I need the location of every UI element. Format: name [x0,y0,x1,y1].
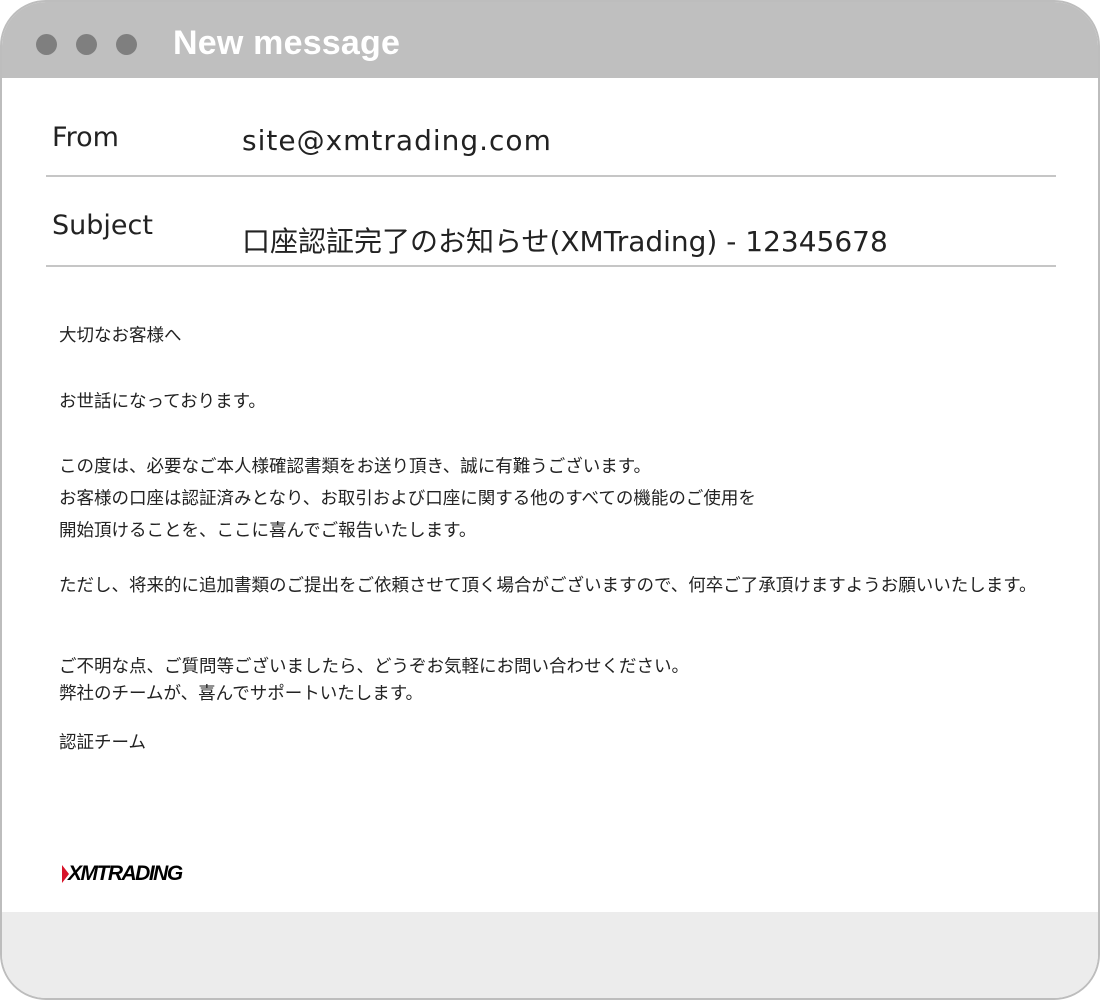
logo-text: XMTRADING [68,862,183,885]
paragraph-1-line-2: お客様の口座は認証済みとなり、お取引および口座に関する他のすべての機能のご使用を [59,489,756,509]
email-window: New message From site@xmtrading.com Subj… [0,0,1100,1000]
window-title: New message [173,24,401,62]
subject-label: Subject [52,210,153,241]
paragraph-3-line-1: ご不明な点、ご質問等ございましたら、どうぞお気軽にお問い合わせください。 [59,657,689,677]
from-field[interactable]: site@xmtrading.com [242,124,552,157]
window-minimize-dot[interactable] [76,34,97,55]
from-label: From [52,122,119,153]
subject-field[interactable]: 口座認証完了のお知らせ(XMTrading) - 12345678 [242,220,888,260]
title-bar: New message [2,2,1098,78]
from-row: From site@xmtrading.com [46,102,1056,177]
footer-bar [2,912,1098,998]
subject-row: Subject 口座認証完了のお知らせ(XMTrading) - 1234567… [46,192,1056,267]
paragraph-2: ただし、将来的に追加書類のご提出をご依頼させて頂く場合がございますので、何卒ご了… [59,576,1037,596]
intro-text: お世話になっております。 [59,392,266,412]
paragraph-1-line-3: 開始頂けることを、ここに喜んでご報告いたします。 [59,521,477,541]
signature-text: 認証チーム [59,733,146,753]
paragraph-3-line-2: 弊社のチームが、喜んでサポートいたします。 [59,684,423,704]
window-close-dot[interactable] [36,34,57,55]
greeting-text: 大切なお客様へ [59,326,182,346]
paragraph-1-line-1: この度は、必要なご本人様確認書類をお送り頂き、誠に有難うございます。 [59,457,652,477]
window-maximize-dot[interactable] [116,34,137,55]
